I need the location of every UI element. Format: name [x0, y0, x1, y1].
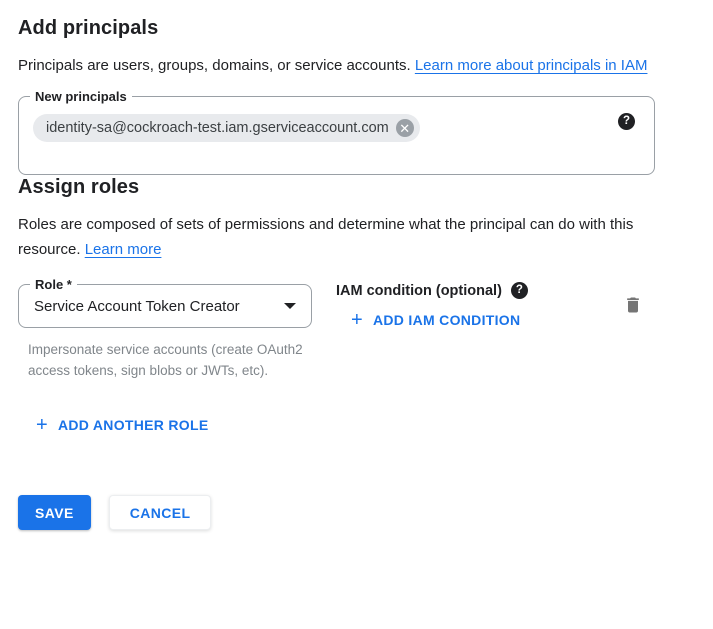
principals-description-text: Principals are users, groups, domains, o…	[18, 57, 415, 74]
cancel-button[interactable]: CANCEL	[109, 495, 212, 530]
role-label: Role *	[30, 276, 77, 293]
roles-description: Roles are composed of sets of permission…	[18, 212, 678, 262]
plus-icon: +	[36, 417, 48, 433]
role-column: Role * Service Account Token Creator Imp…	[18, 284, 336, 381]
role-dropdown[interactable]: Role * Service Account Token Creator	[18, 284, 312, 328]
add-another-role-button[interactable]: + ADD ANOTHER ROLE	[36, 417, 209, 433]
page-title: Add principals	[18, 16, 695, 40]
principals-description: Principals are users, groups, domains, o…	[18, 53, 678, 78]
new-principals-label: New principals	[30, 88, 132, 105]
iam-condition-column: IAM condition (optional) ? + ADD IAM CON…	[336, 282, 528, 331]
remove-principal-icon[interactable]: ✕	[396, 119, 414, 137]
principal-chip-value: identity-sa@cockroach-test.iam.gservicea…	[46, 120, 389, 136]
learn-more-roles-link[interactable]: Learn more	[85, 241, 162, 258]
learn-more-principals-link[interactable]: Learn more about principals in IAM	[415, 57, 648, 74]
iam-condition-label-row: IAM condition (optional) ?	[336, 282, 528, 299]
add-iam-condition-button[interactable]: + ADD IAM CONDITION	[351, 312, 520, 328]
role-row: Role * Service Account Token Creator Imp…	[18, 284, 695, 381]
new-principals-help-icon[interactable]: ?	[618, 113, 635, 130]
add-iam-condition-label: ADD IAM CONDITION	[373, 312, 520, 328]
trash-icon	[623, 295, 643, 315]
dropdown-arrow-icon	[284, 303, 296, 309]
iam-condition-help-icon[interactable]: ?	[511, 282, 528, 299]
new-principals-field[interactable]: New principals identity-sa@cockroach-tes…	[18, 96, 655, 175]
save-button[interactable]: SAVE	[18, 495, 91, 530]
assign-roles-title: Assign roles	[18, 175, 695, 199]
role-selected-value: Service Account Token Creator	[34, 298, 240, 315]
plus-icon: +	[351, 312, 363, 328]
role-helper-text: Impersonate service accounts (create OAu…	[28, 339, 310, 381]
add-principals-panel: Add principals Principals are users, gro…	[0, 0, 713, 548]
dialog-actions: SAVE CANCEL	[18, 495, 695, 530]
principal-chip: identity-sa@cockroach-test.iam.gservicea…	[33, 114, 420, 142]
iam-condition-label: IAM condition (optional)	[336, 283, 502, 299]
delete-role-button[interactable]	[623, 295, 643, 315]
add-another-role-label: ADD ANOTHER ROLE	[58, 417, 209, 433]
